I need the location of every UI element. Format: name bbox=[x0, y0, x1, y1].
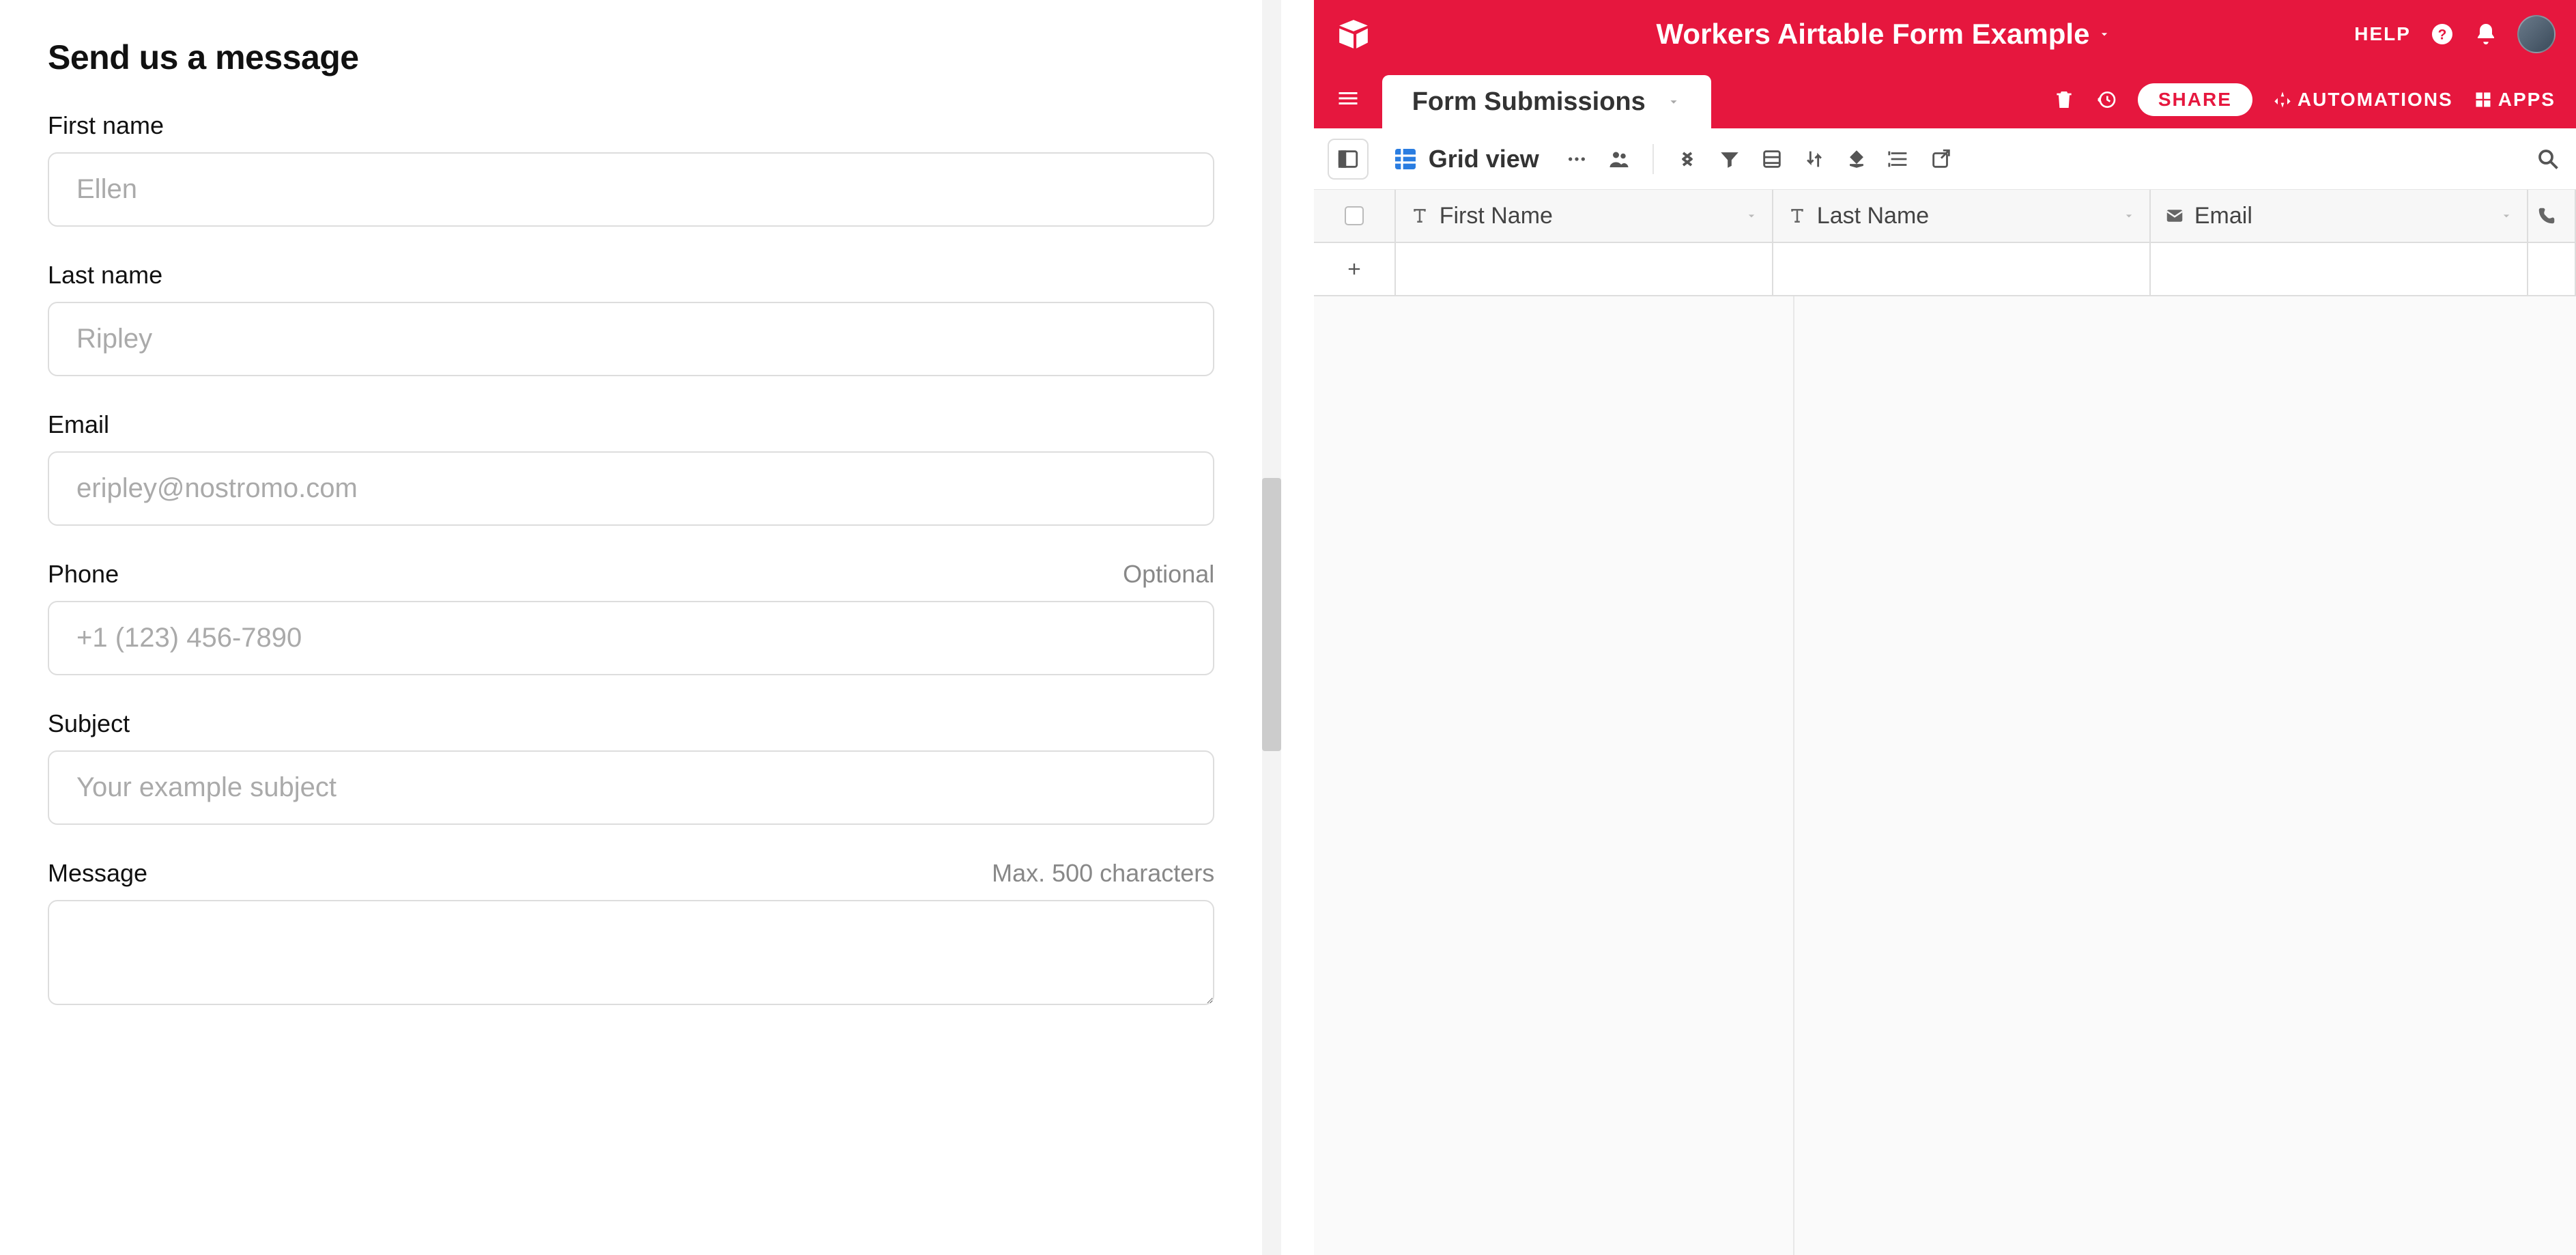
last-name-label: Last name bbox=[48, 261, 162, 290]
notifications-icon[interactable] bbox=[2474, 22, 2498, 46]
message-label: Message bbox=[48, 859, 147, 888]
cell-email[interactable] bbox=[2151, 243, 2528, 296]
tab-label: Form Submissions bbox=[1412, 87, 1646, 117]
subject-input[interactable] bbox=[48, 750, 1214, 825]
sidebar-toggle-icon[interactable] bbox=[1328, 139, 1369, 180]
hide-fields-icon[interactable] bbox=[1673, 145, 1702, 173]
phone-input[interactable] bbox=[48, 601, 1214, 675]
tab-caret-icon[interactable] bbox=[1666, 94, 1681, 109]
add-row-button[interactable] bbox=[1314, 243, 1396, 296]
email-input[interactable] bbox=[48, 451, 1214, 526]
field-phone: Phone Optional bbox=[48, 560, 1214, 675]
view-options-icon[interactable] bbox=[1562, 145, 1591, 173]
collaborators-icon[interactable] bbox=[1605, 145, 1633, 173]
trash-icon[interactable] bbox=[2053, 89, 2075, 111]
first-name-input[interactable] bbox=[48, 152, 1214, 227]
phone-hint: Optional bbox=[1123, 560, 1214, 589]
text-field-icon bbox=[1787, 206, 1807, 226]
left-scrollbar-track bbox=[1262, 0, 1281, 1255]
select-all-column[interactable] bbox=[1314, 190, 1396, 242]
tables-menu-icon[interactable] bbox=[1328, 78, 1369, 119]
airtable-panel: Workers Airtable Form Example HELP ? bbox=[1314, 0, 2576, 1255]
subject-label: Subject bbox=[48, 709, 130, 738]
select-all-checkbox[interactable] bbox=[1345, 206, 1364, 225]
column-email[interactable]: Email bbox=[2151, 190, 2528, 242]
view-toolbar: Grid view bbox=[1314, 128, 2576, 190]
column-email-label: Email bbox=[2194, 203, 2490, 229]
view-selector[interactable]: Grid view bbox=[1382, 139, 1549, 179]
user-avatar[interactable] bbox=[2517, 15, 2556, 53]
message-input[interactable] bbox=[48, 900, 1214, 1005]
last-name-input[interactable] bbox=[48, 302, 1214, 376]
filter-icon[interactable] bbox=[1715, 145, 1744, 173]
base-title-caret-icon[interactable] bbox=[2098, 27, 2111, 41]
message-hint: Max. 500 characters bbox=[992, 859, 1214, 888]
search-icon[interactable] bbox=[2534, 145, 2562, 173]
email-label: Email bbox=[48, 410, 109, 439]
field-last-name: Last name bbox=[48, 261, 1214, 376]
base-title[interactable]: Workers Airtable Form Example bbox=[1657, 18, 2090, 51]
history-icon[interactable] bbox=[2095, 89, 2117, 111]
view-label: Grid view bbox=[1429, 145, 1539, 173]
apps-link[interactable]: APPS bbox=[2474, 89, 2556, 111]
field-email: Email bbox=[48, 410, 1214, 526]
share-view-icon[interactable] bbox=[1927, 145, 1956, 173]
toolbar-separator bbox=[1652, 144, 1654, 174]
apps-label: APPS bbox=[2498, 89, 2556, 111]
sort-icon[interactable] bbox=[1800, 145, 1829, 173]
left-scrollbar-thumb[interactable] bbox=[1262, 478, 1281, 751]
field-message: Message Max. 500 characters bbox=[48, 859, 1214, 1009]
phone-field-icon bbox=[2536, 206, 2557, 226]
text-field-icon bbox=[1409, 206, 1430, 226]
row-height-icon[interactable] bbox=[1885, 145, 1913, 173]
field-subject: Subject bbox=[48, 709, 1214, 825]
share-button[interactable]: SHARE bbox=[2138, 83, 2252, 116]
form-panel: Send us a message First name Last name E… bbox=[0, 0, 1262, 1255]
first-name-label: First name bbox=[48, 111, 164, 140]
group-icon[interactable] bbox=[1758, 145, 1786, 173]
email-field-icon bbox=[2164, 206, 2185, 226]
grid-empty-area bbox=[1314, 296, 2576, 1255]
svg-text:?: ? bbox=[2438, 27, 2447, 43]
airtable-topbar: Workers Airtable Form Example HELP ? bbox=[1314, 0, 2576, 68]
automations-label: AUTOMATIONS bbox=[2298, 89, 2453, 111]
tab-form-submissions[interactable]: Form Submissions bbox=[1382, 75, 1711, 128]
airtable-tabbar: Form Submissions SHARE AUTOMATIONS bbox=[1314, 68, 2576, 128]
cell-phone[interactable] bbox=[2528, 243, 2576, 296]
help-link[interactable]: HELP bbox=[2354, 23, 2411, 45]
column-first-name[interactable]: First Name bbox=[1396, 190, 1773, 242]
column-last-name[interactable]: Last Name bbox=[1773, 190, 2151, 242]
phone-label: Phone bbox=[48, 560, 119, 589]
form-title: Send us a message bbox=[48, 38, 1214, 77]
help-icon[interactable]: ? bbox=[2430, 22, 2455, 46]
column-menu-icon[interactable] bbox=[2122, 209, 2136, 223]
grid-header: First Name Last Name Email bbox=[1314, 190, 2576, 243]
airtable-logo-icon[interactable] bbox=[1334, 15, 1373, 53]
automations-link[interactable]: AUTOMATIONS bbox=[2273, 89, 2453, 111]
cell-first-name[interactable] bbox=[1396, 243, 1773, 296]
column-menu-icon[interactable] bbox=[1745, 209, 1758, 223]
column-menu-icon[interactable] bbox=[2500, 209, 2513, 223]
cell-last-name[interactable] bbox=[1773, 243, 2151, 296]
column-first-name-label: First Name bbox=[1440, 203, 1735, 229]
color-icon[interactable] bbox=[1842, 145, 1871, 173]
grid-body bbox=[1314, 243, 2576, 1255]
field-first-name: First name bbox=[48, 111, 1214, 227]
column-last-name-label: Last Name bbox=[1817, 203, 2113, 229]
column-phone[interactable] bbox=[2528, 190, 2576, 242]
